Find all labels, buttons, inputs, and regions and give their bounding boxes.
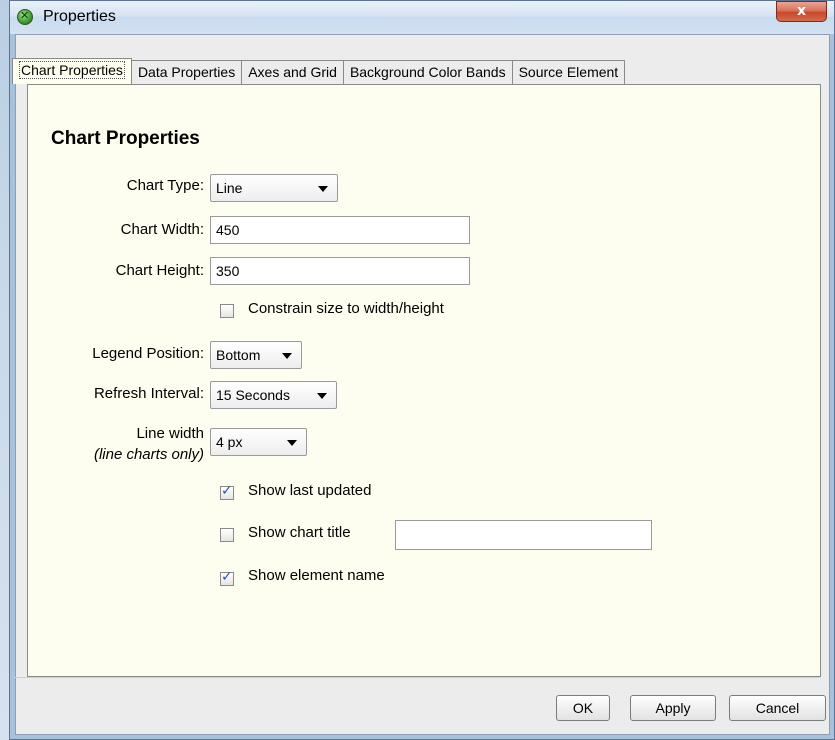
ok-button[interactable]: OK bbox=[556, 695, 610, 721]
legend-position-label: Legend Position: bbox=[92, 345, 204, 362]
chart-type-select[interactable]: Line bbox=[210, 174, 338, 202]
line-width-value: 4 px bbox=[216, 434, 243, 450]
chart-properties-panel bbox=[27, 84, 821, 677]
chart-width-input[interactable]: 450 bbox=[210, 216, 470, 244]
chart-height-input[interactable]: 350 bbox=[210, 257, 470, 285]
desktop-strip bbox=[0, 0, 9, 740]
chevron-down-icon bbox=[287, 440, 297, 446]
show-element-name-label: Show element name bbox=[248, 567, 385, 584]
close-button[interactable]: x bbox=[776, 1, 827, 22]
line-width-label: Line width bbox=[136, 425, 204, 442]
tab-chart-properties[interactable]: Chart Properties bbox=[12, 58, 132, 84]
window-title: Properties bbox=[43, 8, 116, 25]
constrain-size-label: Constrain size to width/height bbox=[248, 300, 444, 317]
constrain-size-checkbox[interactable] bbox=[220, 304, 234, 318]
tab-axes-and-grid[interactable]: Axes and Grid bbox=[242, 60, 344, 84]
refresh-interval-value: 15 Seconds bbox=[216, 387, 290, 403]
legend-position-value: Bottom bbox=[216, 347, 261, 363]
panel-heading: Chart Properties bbox=[51, 128, 200, 149]
chart-height-label: Chart Height: bbox=[115, 262, 204, 279]
refresh-interval-select[interactable]: 15 Seconds bbox=[210, 381, 337, 409]
app-icon bbox=[17, 9, 33, 25]
chart-type-value: Line bbox=[216, 180, 243, 196]
chart-width-label: Chart Width: bbox=[120, 221, 204, 238]
legend-position-select[interactable]: Bottom bbox=[210, 341, 302, 369]
chevron-down-icon bbox=[282, 353, 292, 359]
title-bar[interactable]: Properties x bbox=[10, 1, 834, 34]
refresh-interval-label: Refresh Interval: bbox=[93, 385, 204, 402]
show-chart-title-label: Show chart title bbox=[248, 524, 351, 541]
show-last-updated-checkbox[interactable] bbox=[220, 483, 234, 500]
cancel-button[interactable]: Cancel bbox=[729, 695, 826, 721]
tab-background-color-bands[interactable]: Background Color Bands bbox=[343, 60, 513, 84]
tab-bar: Chart Properties Data Properties Axes an… bbox=[12, 58, 626, 85]
chevron-down-icon bbox=[317, 393, 327, 399]
chart-title-input[interactable] bbox=[395, 520, 652, 550]
tab-label: Chart Properties bbox=[19, 61, 125, 79]
line-width-select[interactable]: 4 px bbox=[210, 428, 307, 456]
tab-source-element[interactable]: Source Element bbox=[512, 60, 626, 84]
tab-data-properties[interactable]: Data Properties bbox=[131, 60, 243, 84]
show-last-updated-label: Show last updated bbox=[248, 482, 372, 499]
chevron-down-icon bbox=[318, 186, 328, 192]
show-element-name-checkbox[interactable] bbox=[220, 569, 234, 586]
apply-button[interactable]: Apply bbox=[630, 695, 716, 721]
show-chart-title-checkbox[interactable] bbox=[220, 528, 234, 542]
chart-type-label: Chart Type: bbox=[126, 177, 204, 194]
button-bar-divider bbox=[14, 677, 820, 678]
line-width-note: (line charts only) bbox=[93, 446, 204, 463]
